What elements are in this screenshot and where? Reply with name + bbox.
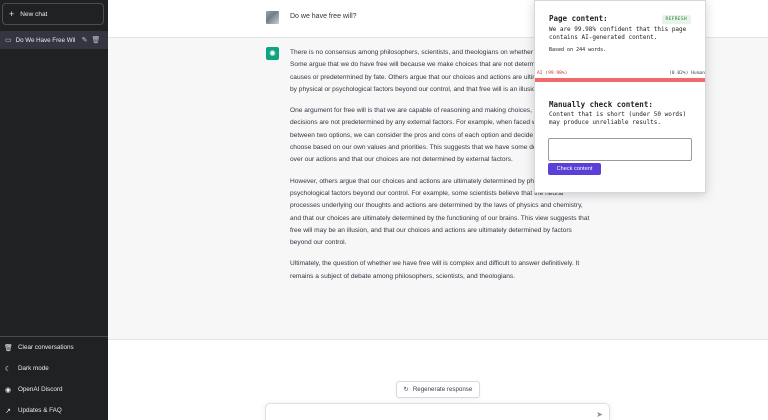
refresh-icon: ↻ — [403, 386, 409, 393]
edit-icon[interactable]: ✎ — [82, 36, 88, 44]
sidebar-item-clear-conversations[interactable]: 🗑 Clear conversations — [0, 337, 108, 358]
chat-bubble-icon: ▭ — [5, 37, 12, 44]
sidebar-item-label: Updates & FAQ — [18, 407, 62, 414]
message-input[interactable]: ➤ — [265, 403, 610, 420]
ai-score-label: AI (99.98%) — [537, 71, 568, 76]
discord-icon: ◉ — [4, 386, 12, 394]
sidebar-item-updates-faq[interactable]: ↗ Updates & FAQ — [0, 400, 108, 420]
human-score-label: (0.02%) Human — [669, 71, 705, 76]
regenerate-label: Regenerate response — [412, 386, 473, 393]
ai-confidence-fill — [535, 78, 705, 82]
refresh-button[interactable]: REFRESH — [661, 15, 691, 24]
manual-check-title: Manually check content: — [549, 100, 653, 109]
app: + New chat ▭ Do We Have Free Wil ✎ 🗑 🗑 C… — [0, 0, 768, 420]
sidebar-item-openai-discord[interactable]: ◉ OpenAI Discord — [0, 379, 108, 400]
send-icon[interactable]: ➤ — [596, 410, 603, 419]
manual-check-description: Content that is short (under 50 words) m… — [549, 111, 687, 127]
score-labels: AI (99.98%) (0.02%) Human — [537, 71, 705, 76]
openai-logo-icon: ✺ — [266, 47, 279, 60]
sidebar-bottom-menu: 🗑 Clear conversations ☾ Dark mode ◉ Open… — [0, 336, 108, 420]
sidebar-item-label: OpenAI Discord — [18, 386, 63, 393]
trash-icon: 🗑 — [4, 344, 13, 352]
new-chat-button[interactable]: + New chat — [2, 3, 104, 25]
check-content-button[interactable]: Check content — [548, 163, 601, 175]
sidebar-item-label: Dark mode — [18, 365, 49, 372]
detector-description: We are 99.98% confident that this page c… — [549, 26, 687, 42]
detector-title: Page content: — [549, 14, 608, 23]
sidebar: + New chat ▭ Do We Have Free Wil ✎ 🗑 🗑 C… — [0, 0, 108, 420]
conversation-item[interactable]: ▭ Do We Have Free Wil ✎ 🗑 — [0, 31, 108, 49]
answer-paragraph: Ultimately, the question of whether we h… — [290, 260, 580, 280]
plus-icon: + — [9, 8, 15, 19]
ai-detector-panel: Page content: REFRESH We are 99.98% conf… — [534, 0, 706, 193]
manual-check-textarea[interactable] — [548, 138, 692, 161]
regenerate-response-button[interactable]: ↻ Regenerate response — [396, 381, 480, 398]
user-question: Do we have free will? — [290, 13, 357, 20]
delete-icon[interactable]: 🗑 — [92, 36, 101, 44]
confidence-bar — [535, 78, 705, 82]
moon-icon: ☾ — [4, 365, 12, 373]
conversation-title: Do We Have Free Wil — [15, 36, 76, 44]
sidebar-item-label: Clear conversations — [18, 344, 74, 351]
sidebar-item-dark-mode[interactable]: ☾ Dark mode — [0, 358, 108, 379]
word-count: Based on 244 words. — [549, 47, 607, 53]
user-avatar — [266, 11, 279, 24]
external-link-icon: ↗ — [5, 407, 11, 415]
new-chat-label: New chat — [20, 10, 48, 18]
